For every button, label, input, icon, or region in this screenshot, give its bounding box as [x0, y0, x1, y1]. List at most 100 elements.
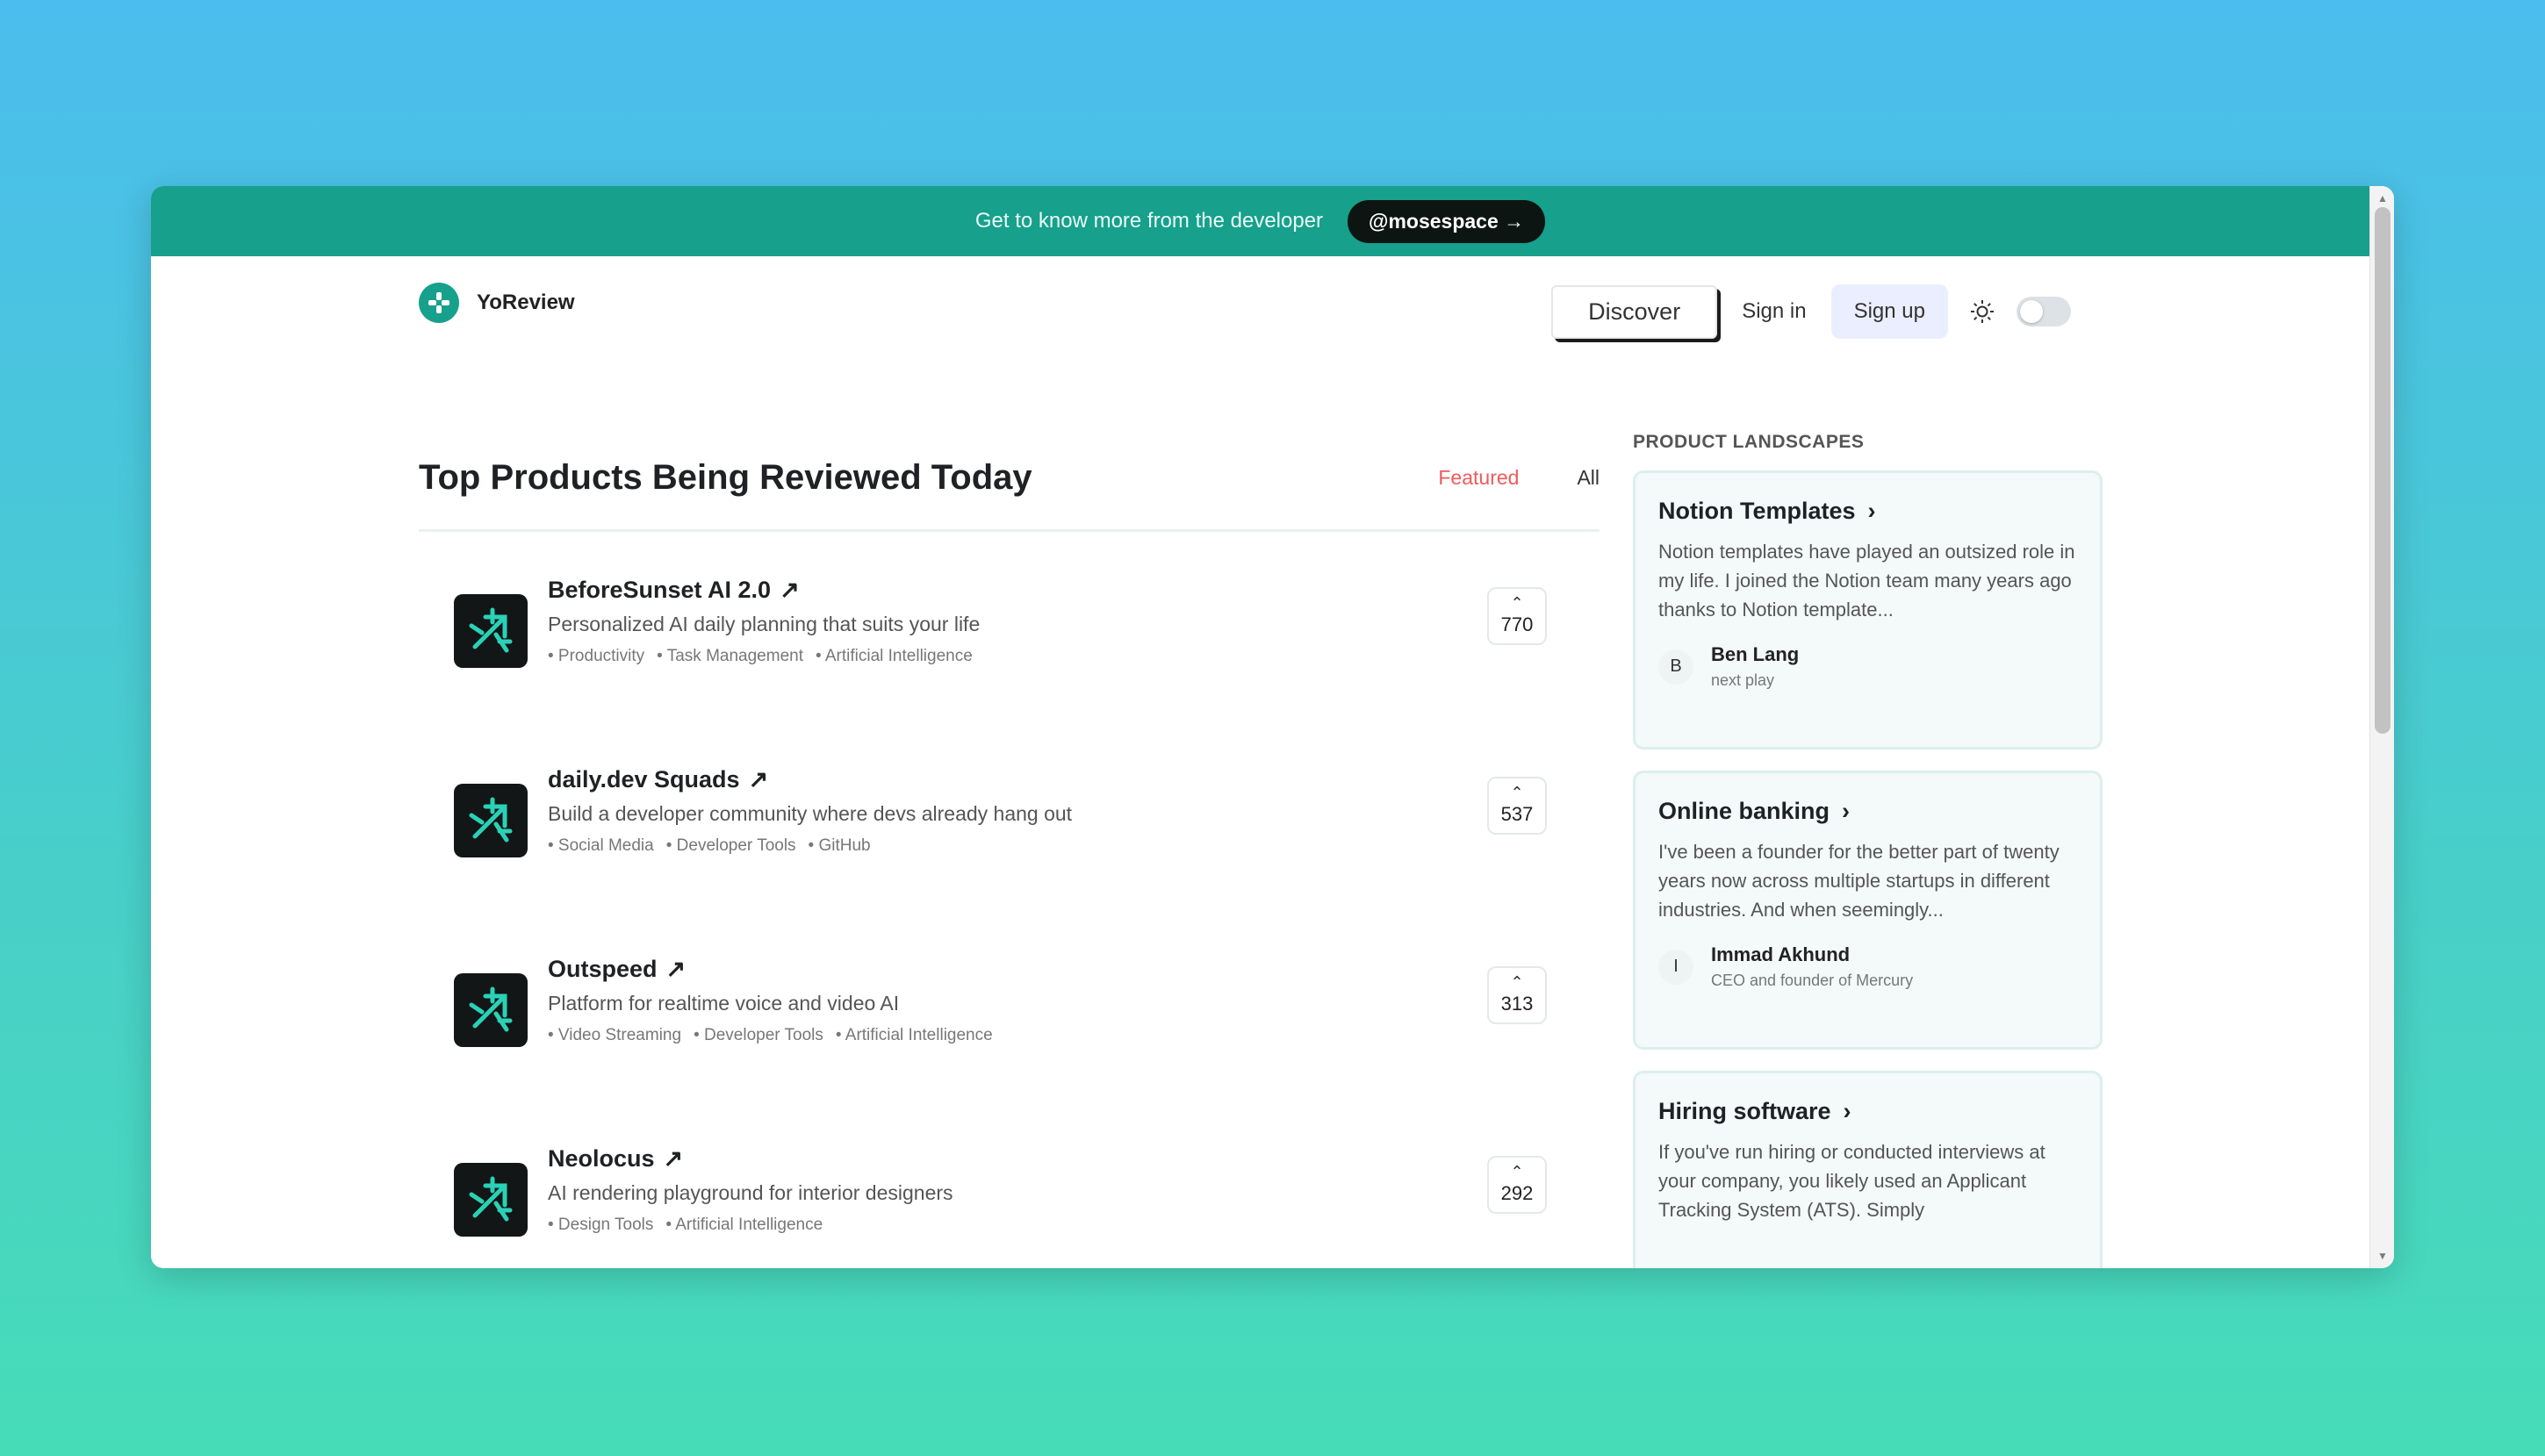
banner-text: Get to know more from the developer	[974, 209, 1324, 233]
product-tag[interactable]: • Design Tools	[548, 1216, 653, 1235]
landscape-title-text: Hiring software	[1658, 1098, 1831, 1124]
product-logo-icon	[454, 1163, 528, 1237]
vote-count: 292	[1500, 1182, 1534, 1204]
chevron-right-icon: ›	[1842, 798, 1851, 824]
product-row[interactable]: Neolocus ↗ AI rendering playground for i…	[454, 1145, 1564, 1251]
external-link-icon: ↗	[663, 1145, 684, 1172]
product-info: Neolocus ↗ AI rendering playground for i…	[548, 1145, 953, 1235]
product-tag[interactable]: • Artificial Intelligence	[816, 647, 973, 666]
product-description: AI rendering playground for interior des…	[548, 1181, 953, 1204]
product-tag[interactable]: • Video Streaming	[548, 1026, 681, 1045]
product-tags: • Social Media • Developer Tools • GitHu…	[548, 836, 1072, 856]
landscape-card[interactable]: Hiring software › If you've run hiring o…	[1633, 1071, 2103, 1268]
author-name: Immad Akhund	[1711, 943, 1851, 965]
product-tags: • Design Tools • Artificial Intelligence	[548, 1216, 953, 1235]
product-tag[interactable]: • Developer Tools	[694, 1026, 823, 1045]
scrollbar-thumb[interactable]	[2375, 207, 2390, 734]
page-title: Top Products Being Reviewed Today	[419, 458, 1032, 497]
landscape-excerpt: I've been a founder for the better part …	[1658, 841, 2060, 921]
product-tag[interactable]: • Social Media	[548, 836, 654, 856]
product-info: Outspeed ↗ Platform for realtime voice a…	[548, 956, 993, 1045]
product-logo-icon	[454, 784, 528, 857]
section-header: Top Products Being Reviewed Today Featur…	[419, 441, 1600, 532]
product-logo-icon	[454, 594, 528, 668]
product-tag[interactable]: • Task Management	[657, 647, 803, 666]
product-name[interactable]: daily.dev Squads ↗	[548, 766, 1072, 793]
product-description: Build a developer community where devs a…	[548, 802, 1073, 825]
sun-icon[interactable]	[1967, 297, 1997, 326]
sign-in-link[interactable]: Sign in	[1736, 299, 1811, 324]
landscape-card[interactable]: Notion Templates › Notion templates have…	[1633, 470, 2103, 750]
page-content: YoReview Discover Sign in Sign up Top Pr…	[151, 256, 2369, 1268]
upvote-button[interactable]: ⌃ 292	[1487, 1156, 1547, 1214]
author-role: next play	[1711, 671, 1775, 689]
vote-count: 313	[1500, 993, 1534, 1015]
product-name[interactable]: Outspeed ↗	[548, 956, 993, 983]
external-link-icon: ↗	[780, 577, 800, 603]
vertical-scrollbar[interactable]: ▲ ▼	[2369, 186, 2394, 1268]
landscape-card[interactable]: Online banking › I've been a founder for…	[1633, 771, 2103, 1050]
upvote-button[interactable]: ⌃ 537	[1487, 777, 1547, 835]
product-name-text: BeforeSunset AI 2.0	[548, 577, 772, 603]
chevron-up-icon: ⌃	[1510, 594, 1524, 612]
product-row[interactable]: Outspeed ↗ Platform for realtime voice a…	[454, 956, 1564, 1061]
product-name-text: daily.dev Squads	[548, 766, 740, 793]
landscape-title-text: Notion Templates	[1658, 498, 1856, 524]
product-logo-icon	[454, 973, 528, 1047]
upvote-button[interactable]: ⌃ 313	[1487, 966, 1547, 1024]
developer-banner: Get to know more from the developer @mos…	[151, 186, 2369, 256]
product-row[interactable]: daily.dev Squads ↗ Build a developer com…	[454, 766, 1564, 871]
product-name-text: Outspeed	[548, 956, 658, 982]
product-tag[interactable]: • Artificial Intelligence	[665, 1216, 823, 1235]
landscape-title[interactable]: Notion Templates ›	[1658, 498, 2077, 525]
product-info: daily.dev Squads ↗ Build a developer com…	[548, 766, 1072, 856]
filter-featured[interactable]: Featured	[1438, 455, 1519, 490]
filter-all[interactable]: All	[1577, 455, 1600, 490]
product-row[interactable]: BeforeSunset AI 2.0 ↗ Personalized AI da…	[454, 577, 1564, 682]
upvote-button[interactable]: ⌃ 770	[1487, 587, 1547, 645]
browser-window: Get to know more from the developer @mos…	[151, 186, 2394, 1268]
discover-button[interactable]: Discover	[1551, 284, 1718, 339]
nav-actions: Discover Sign in Sign up	[1551, 284, 2071, 339]
chevron-up-icon: ⌃	[1510, 973, 1524, 991]
author: B Ben Lang next play	[1658, 643, 2077, 690]
chevron-up-icon: ⌃	[1510, 784, 1524, 801]
products-section: Top Products Being Reviewed Today Featur…	[419, 441, 1600, 1237]
chevron-right-icon: ›	[1843, 1098, 1851, 1124]
sign-up-button[interactable]: Sign up	[1830, 284, 1948, 339]
sidebar-title: PRODUCT LANDSCAPES	[1633, 432, 1865, 452]
product-name-text: Neolocus	[548, 1145, 655, 1172]
landscape-excerpt: Notion templates have played an outsized…	[1658, 541, 2075, 620]
theme-toggle[interactable]	[2017, 297, 2071, 326]
external-link-icon: ↗	[665, 956, 687, 982]
product-landscapes-sidebar: PRODUCT LANDSCAPES Notion Templates › No…	[1633, 432, 2103, 1268]
product-name[interactable]: BeforeSunset AI 2.0 ↗	[548, 577, 980, 604]
brand-name: YoReview	[477, 290, 575, 314]
author: I Immad Akhund CEO and founder of Mercur…	[1658, 943, 2077, 990]
vote-count: 537	[1500, 803, 1534, 825]
landscape-excerpt: If you've run hiring or conducted interv…	[1658, 1141, 2045, 1221]
product-name[interactable]: Neolocus ↗	[548, 1145, 953, 1173]
product-tags: • Video Streaming • Developer Tools • Ar…	[548, 1026, 993, 1045]
product-info: BeforeSunset AI 2.0 ↗ Personalized AI da…	[548, 577, 980, 666]
top-nav: YoReview Discover Sign in Sign up	[151, 256, 2369, 353]
brand-logo[interactable]: YoReview	[419, 283, 575, 323]
landscape-title[interactable]: Online banking ›	[1658, 798, 2077, 825]
avatar: B	[1658, 649, 1693, 685]
chevron-up-icon: ⌃	[1510, 1163, 1524, 1180]
product-tag[interactable]: • Artificial Intelligence	[836, 1026, 993, 1045]
scroll-down-arrow-icon[interactable]: ▼	[2370, 1245, 2394, 1266]
developer-link-button[interactable]: @mosespace →	[1348, 199, 1546, 243]
product-tag[interactable]: • GitHub	[809, 836, 871, 856]
product-tag[interactable]: • Productivity	[548, 647, 644, 666]
external-link-icon: ↗	[748, 766, 769, 793]
scroll-up-arrow-icon[interactable]: ▲	[2370, 188, 2394, 209]
product-description: Platform for realtime voice and video AI	[548, 992, 900, 1015]
product-tag[interactable]: • Developer Tools	[666, 836, 796, 856]
landscape-title[interactable]: Hiring software ›	[1658, 1098, 2077, 1125]
toggle-knob	[2020, 300, 2043, 323]
product-tags: • Productivity • Task Management • Artif…	[548, 647, 980, 666]
avatar: I	[1658, 949, 1693, 985]
chevron-right-icon: ›	[1867, 498, 1876, 524]
product-description: Personalized AI daily planning that suit…	[548, 613, 981, 635]
